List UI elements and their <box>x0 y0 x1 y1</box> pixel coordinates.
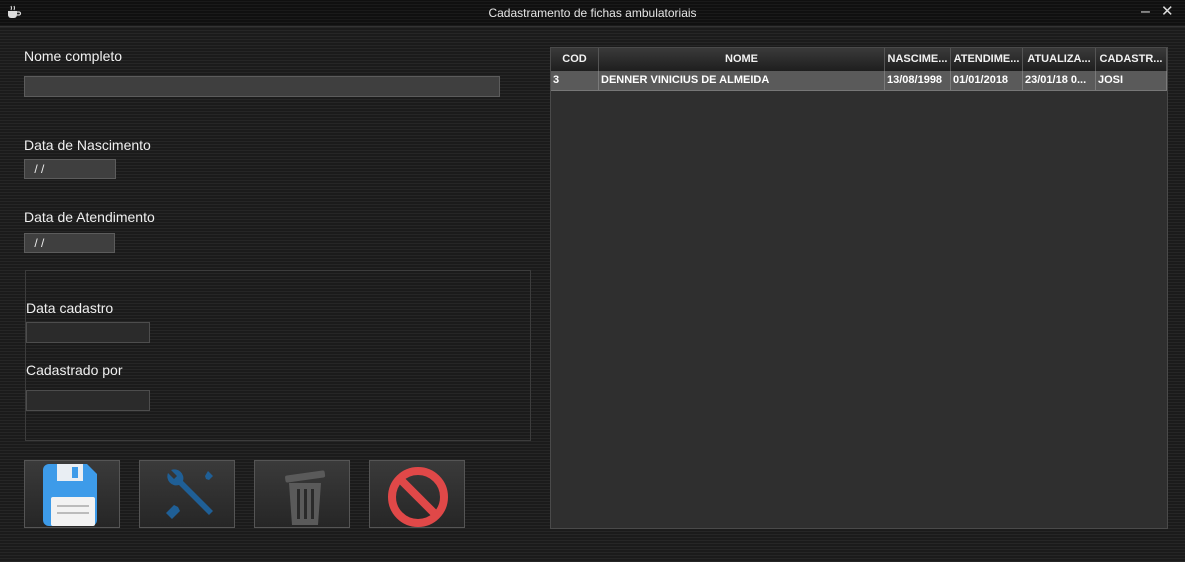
delete-button[interactable] <box>254 460 350 528</box>
fichas-table[interactable]: COD NOME NASCIME... ATENDIME... ATUALIZA… <box>550 47 1168 529</box>
close-button[interactable]: ✕ <box>1161 2 1174 22</box>
nome-label: Nome completo <box>24 48 123 64</box>
cadastrado-por-label: Cadastrado por <box>26 362 123 378</box>
cancel-button[interactable] <box>369 460 465 528</box>
data-nascimento-input[interactable] <box>24 159 116 179</box>
data-cadastro-input[interactable] <box>26 322 150 343</box>
cadastro-label: Data cadastro <box>26 300 114 316</box>
cadastro-info-panel <box>25 270 531 441</box>
minimize-button[interactable]: – <box>1141 2 1150 22</box>
data-atendimento-input[interactable] <box>24 233 115 253</box>
cell-cod: 3 <box>551 71 599 90</box>
column-header-cadastro[interactable]: CADASTR... <box>1096 48 1167 71</box>
column-header-cod[interactable]: COD <box>551 48 599 71</box>
column-header-nome[interactable]: NOME <box>599 48 885 71</box>
cell-nome: DENNER VINICIUS DE ALMEIDA <box>599 71 885 90</box>
cell-nascimento: 13/08/1998 <box>885 71 951 90</box>
table-header: COD NOME NASCIME... ATENDIME... ATUALIZA… <box>551 48 1167 72</box>
save-button[interactable] <box>24 460 120 528</box>
edit-button[interactable] <box>139 460 235 528</box>
column-header-atualizacao[interactable]: ATUALIZA... <box>1023 48 1096 71</box>
cell-atualizacao: 23/01/18 0... <box>1023 71 1096 90</box>
tools-icon <box>166 469 213 519</box>
column-header-nascimento[interactable]: NASCIME... <box>885 48 951 71</box>
trash-icon <box>285 470 326 525</box>
title-bar: Cadastramento de fichas ambulatoriais – … <box>0 0 1185 27</box>
window-title: Cadastramento de fichas ambulatoriais <box>488 6 697 20</box>
nascimento-label: Data de Nascimento <box>24 137 151 153</box>
floppy-disk-icon <box>43 464 97 526</box>
no-entry-icon <box>388 467 448 527</box>
column-header-atendimento[interactable]: ATENDIME... <box>951 48 1023 71</box>
cell-atendimento: 01/01/2018 <box>951 71 1023 90</box>
atendimento-label: Data de Atendimento <box>24 209 155 225</box>
cell-cadastro: JOSI <box>1096 71 1167 90</box>
nome-completo-input[interactable] <box>24 76 500 97</box>
table-row[interactable]: 3 DENNER VINICIUS DE ALMEIDA 13/08/1998 … <box>551 71 1167 91</box>
cadastrado-por-input[interactable] <box>26 390 150 411</box>
